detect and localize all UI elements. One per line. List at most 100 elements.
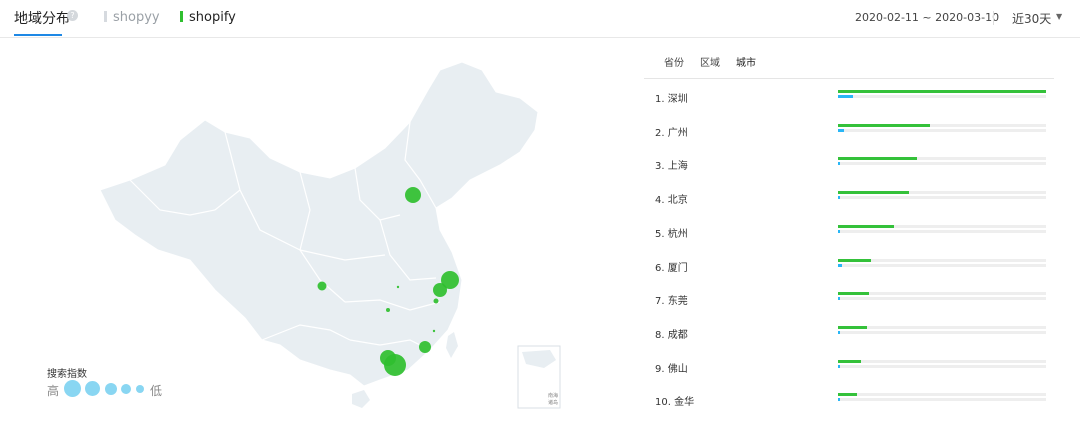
shopify-bar bbox=[838, 224, 895, 228]
shopyy-bar-track bbox=[838, 297, 1046, 301]
city-row-label: 7. 东莞 bbox=[655, 296, 688, 308]
shopyy-bar-track bbox=[838, 330, 1046, 334]
china-map-panel: 南海 诸岛 搜索指数 高 低 bbox=[0, 40, 640, 434]
map-land bbox=[99, 61, 539, 387]
shopyy-bar bbox=[838, 364, 841, 368]
city-row-label: 10. 金华 bbox=[655, 397, 695, 409]
shopify-bar-track bbox=[838, 90, 1046, 93]
shopyy-bar-track bbox=[838, 229, 1046, 233]
shopify-bar-track bbox=[838, 258, 1046, 262]
chevron-down-icon[interactable]: ▼ bbox=[1056, 12, 1062, 21]
shopify-bar-track bbox=[838, 157, 1046, 161]
city-row-label: 8. 成都 bbox=[655, 329, 688, 341]
shopyy-bar-track bbox=[838, 263, 1046, 267]
city-row[interactable]: 1. 深圳 bbox=[655, 90, 1055, 110]
city-row[interactable]: 9. 佛山 bbox=[655, 359, 1055, 380]
legend-dot-3 bbox=[105, 383, 117, 395]
inset-label-2: 诸岛 bbox=[548, 399, 558, 406]
legend-dot-4 bbox=[121, 384, 131, 394]
shopyy-bar bbox=[838, 128, 845, 132]
shopify-bar-track bbox=[838, 292, 1046, 296]
shopify-bar-track bbox=[838, 224, 1046, 228]
map-legend-title: 搜索指数 bbox=[47, 369, 87, 380]
legend-shopify[interactable]: shopify bbox=[180, 10, 236, 25]
shopyy-bar-track bbox=[838, 128, 1046, 132]
shopyy-bar-track bbox=[838, 95, 1046, 98]
header-bar: 地域分布 ? shopyy shopify 2020-02-11 ~ 2020-… bbox=[0, 0, 1080, 38]
city-row[interactable]: 4. 北京 bbox=[655, 191, 1055, 211]
legend-shopify-label: shopify bbox=[189, 10, 236, 25]
city-row[interactable]: 5. 杭州 bbox=[655, 224, 1055, 245]
shopyy-bar bbox=[838, 398, 841, 402]
city-row-label: 5. 杭州 bbox=[655, 228, 688, 240]
shopify-bar-track bbox=[838, 191, 1046, 195]
city-row[interactable]: 8. 成都 bbox=[655, 325, 1055, 346]
shopify-bar-track bbox=[838, 325, 1046, 329]
bubble-xiamen[interactable] bbox=[419, 341, 431, 353]
shopyy-bar-track bbox=[838, 398, 1046, 402]
shopyy-bar bbox=[838, 297, 841, 301]
tab-region-distribution[interactable]: 地域分布 bbox=[14, 8, 70, 28]
shopify-bar-track bbox=[838, 393, 1046, 397]
legend-shopyy[interactable]: shopyy bbox=[104, 10, 160, 25]
subtab-city[interactable]: 城市 bbox=[736, 54, 756, 69]
bubble-guangzhou[interactable] bbox=[380, 350, 396, 366]
shopyy-bar bbox=[838, 196, 841, 200]
subtab-province[interactable]: 省份 bbox=[664, 54, 684, 69]
city-row[interactable]: 6. 厦门 bbox=[655, 258, 1055, 279]
shopify-bar bbox=[838, 325, 868, 329]
legend-dot-2 bbox=[85, 381, 100, 396]
shopify-bar bbox=[838, 191, 909, 195]
shopify-bar-track bbox=[838, 123, 1046, 127]
map-hainan bbox=[352, 390, 370, 408]
shopyy-bar bbox=[838, 229, 841, 233]
city-row[interactable]: 7. 东莞 bbox=[655, 292, 1055, 312]
city-row-label: 2. 广州 bbox=[655, 127, 688, 139]
city-row[interactable]: 3. 上海 bbox=[655, 157, 1055, 177]
shopyy-bar bbox=[838, 330, 841, 334]
city-row[interactable]: 10. 金华 bbox=[655, 393, 1055, 413]
shopyy-bar bbox=[838, 95, 853, 98]
shopify-bar bbox=[838, 90, 1046, 93]
city-row-label: 3. 上海 bbox=[655, 161, 688, 173]
shopyy-bar bbox=[838, 263, 843, 267]
city-row-label: 9. 佛山 bbox=[655, 363, 688, 375]
legend-shopyy-swatch bbox=[104, 11, 107, 22]
inset-label-1: 南海 bbox=[548, 392, 558, 399]
bubble-jinhua[interactable] bbox=[433, 298, 439, 304]
subtab-region[interactable]: 区域 bbox=[700, 54, 720, 69]
list-divider bbox=[644, 78, 1054, 79]
city-row-label: 1. 深圳 bbox=[655, 94, 688, 105]
shopyy-bar-track bbox=[838, 162, 1046, 166]
map-legend-low: 低 bbox=[150, 384, 163, 398]
map-legend-high: 高 bbox=[47, 384, 60, 398]
china-map: 南海 诸岛 bbox=[99, 61, 561, 409]
shopyy-bar bbox=[838, 162, 841, 166]
map-taiwan bbox=[446, 332, 458, 358]
shopify-bar bbox=[838, 393, 857, 397]
shopyy-bar-track bbox=[838, 196, 1046, 200]
shopify-bar bbox=[838, 157, 918, 161]
bubble-beijing[interactable] bbox=[405, 187, 421, 203]
city-row[interactable]: 2. 广州 bbox=[655, 123, 1055, 144]
legend-shopify-swatch bbox=[180, 11, 183, 22]
shopify-bar bbox=[838, 258, 872, 262]
bubble-hangzhou[interactable] bbox=[433, 283, 447, 297]
bubble-changsha[interactable] bbox=[386, 308, 390, 312]
bubble-fuzhou[interactable] bbox=[432, 329, 436, 333]
legend-dot-5 bbox=[136, 385, 144, 393]
shopify-bar bbox=[838, 359, 861, 363]
header-divider bbox=[993, 11, 994, 25]
legend-shopyy-label: shopyy bbox=[113, 10, 160, 25]
bubble-wuhan[interactable] bbox=[396, 285, 400, 289]
shopify-bar bbox=[838, 292, 870, 296]
bubble-chengdu[interactable] bbox=[317, 281, 327, 291]
shopify-bar bbox=[838, 123, 930, 127]
legend-dot-1 bbox=[64, 380, 81, 397]
city-row-label: 4. 北京 bbox=[655, 195, 688, 207]
map-inset-islands bbox=[522, 350, 556, 368]
date-range: 2020-02-11 ~ 2020-03-10 bbox=[855, 11, 1000, 24]
range-select[interactable]: 近30天 bbox=[1012, 10, 1051, 27]
city-row-label: 6. 厦门 bbox=[655, 262, 688, 274]
help-icon[interactable]: ? bbox=[67, 10, 78, 21]
